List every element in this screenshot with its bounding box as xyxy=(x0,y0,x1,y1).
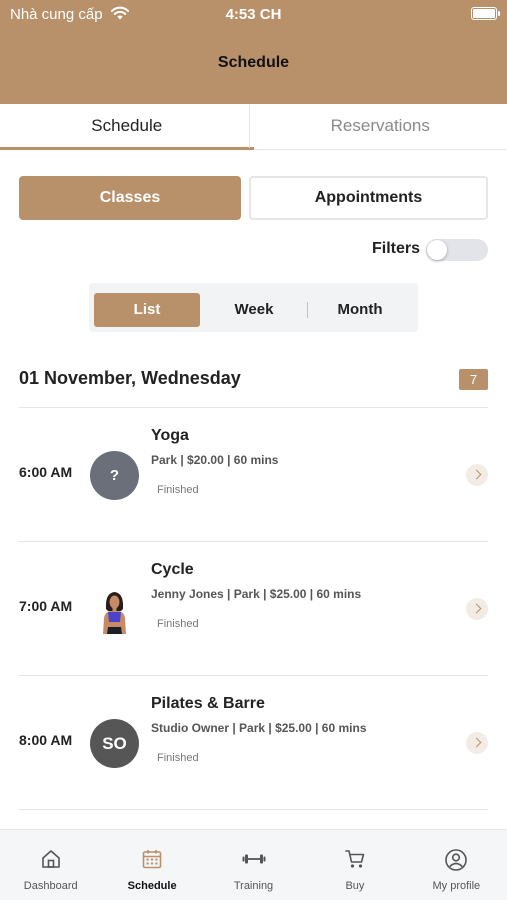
class-title: Yoga xyxy=(151,427,189,444)
person-photo-icon xyxy=(103,592,126,634)
class-title: Pilates & Barre xyxy=(151,695,265,712)
calendar-icon xyxy=(142,850,162,869)
classes-button[interactable]: Classes xyxy=(19,176,241,220)
tab-bar: Dashboard Schedule Training Buy My profi… xyxy=(0,829,507,900)
view-month-button[interactable]: Month xyxy=(307,293,413,327)
cart-icon xyxy=(345,850,365,868)
clock: 4:53 CH xyxy=(225,6,282,23)
tab-divider xyxy=(249,104,250,148)
tab-label: Training xyxy=(233,880,274,892)
tab-reservations[interactable]: Reservations xyxy=(254,104,507,149)
class-time: 6:00 AM xyxy=(19,464,73,480)
tab-schedule-nav[interactable]: Schedule xyxy=(101,830,202,900)
class-row-cycle[interactable]: 7:00 AM Cycle Jenny Jones | Park | $25.0… xyxy=(0,542,507,676)
top-tabs: Schedule Reservations xyxy=(0,104,507,150)
class-row-yoga[interactable]: 6:00 AM ? Yoga Park | $20.00 | 60 mins F… xyxy=(0,408,507,542)
tab-label: Buy xyxy=(345,880,365,892)
toggle-knob xyxy=(427,240,447,260)
chevron-right-icon[interactable] xyxy=(466,732,488,754)
class-status: Finished xyxy=(157,752,199,764)
class-title: Cycle xyxy=(151,561,194,578)
avatar: SO xyxy=(90,719,139,768)
battery-icon xyxy=(471,7,500,20)
class-count-badge: 7 xyxy=(459,369,488,390)
chevron-right-icon[interactable] xyxy=(466,598,488,620)
view-week-button[interactable]: Week xyxy=(201,293,307,327)
date-heading: 01 November, Wednesday xyxy=(19,368,241,388)
class-meta: Studio Owner | Park | $25.00 | 60 mins xyxy=(151,721,367,735)
home-icon xyxy=(41,850,60,868)
tab-label: My profile xyxy=(432,880,481,892)
view-list-button[interactable]: List xyxy=(94,293,200,327)
class-time: 8:00 AM xyxy=(19,732,73,748)
class-time: 7:00 AM xyxy=(19,598,73,614)
class-row-pilates[interactable]: 8:00 AM SO Pilates & Barre Studio Owner … xyxy=(0,676,507,810)
chevron-right-icon[interactable] xyxy=(466,464,488,486)
class-status: Finished xyxy=(157,618,199,630)
tab-schedule[interactable]: Schedule xyxy=(0,104,254,150)
divider xyxy=(19,809,488,810)
tab-my-profile[interactable]: My profile xyxy=(406,830,507,900)
class-meta: Park | $20.00 | 60 mins xyxy=(151,453,279,467)
tab-training[interactable]: Training xyxy=(203,830,304,900)
avatar: ? xyxy=(90,451,139,500)
filters-label: Filters xyxy=(371,240,420,257)
page-title: Schedule xyxy=(217,54,290,71)
dumbbell-icon xyxy=(242,854,266,864)
filters-toggle[interactable] xyxy=(426,239,488,261)
profile-icon xyxy=(445,849,468,871)
class-meta: Jenny Jones | Park | $25.00 | 60 mins xyxy=(151,587,362,601)
tab-buy[interactable]: Buy xyxy=(304,830,405,900)
tab-label: Schedule xyxy=(127,880,177,892)
class-status: Finished xyxy=(157,484,199,496)
instructor-photo xyxy=(90,585,139,634)
header: Nhà cung cấp 4:53 CH Schedule xyxy=(0,0,507,104)
appointments-button[interactable]: Appointments xyxy=(249,176,488,220)
status-bar: Nhà cung cấp 4:53 CH xyxy=(0,0,507,28)
view-switcher: List Week Month xyxy=(89,283,418,332)
tab-dashboard[interactable]: Dashboard xyxy=(0,830,101,900)
tab-label: Dashboard xyxy=(23,880,78,892)
